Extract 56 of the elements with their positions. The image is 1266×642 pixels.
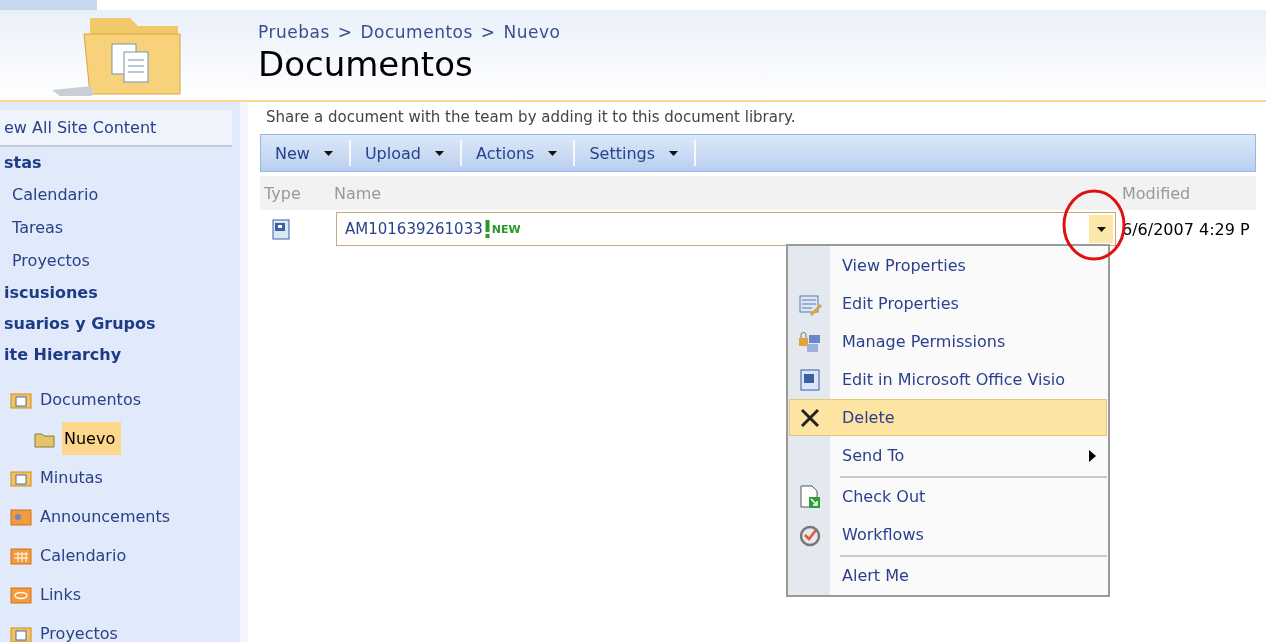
menu-item[interactable]: Workflows bbox=[789, 516, 1107, 553]
breadcrumb-link[interactable]: Nuevo bbox=[503, 22, 561, 42]
new-label: NEW bbox=[491, 222, 521, 236]
announcement-icon bbox=[10, 507, 32, 526]
nav-heading[interactable]: ite Hierarchy bbox=[0, 339, 240, 370]
nav-heading[interactable]: stas bbox=[0, 147, 240, 178]
tree-item[interactable]: Documentos bbox=[38, 383, 147, 416]
tree-item[interactable]: Announcements bbox=[38, 500, 177, 533]
view-all-link[interactable]: ew All Site Content bbox=[0, 110, 232, 147]
menu-item[interactable]: View Properties bbox=[789, 247, 1107, 284]
lock-users-icon bbox=[798, 329, 822, 354]
library-icon bbox=[10, 624, 32, 642]
breadcrumb-separator: > bbox=[337, 22, 353, 42]
tree-item[interactable]: Proyectos bbox=[38, 617, 124, 642]
menu-item[interactable]: Send To bbox=[789, 437, 1107, 474]
document-icon bbox=[798, 367, 822, 392]
exclamation-icon bbox=[484, 220, 490, 238]
calendar-icon bbox=[10, 546, 32, 565]
toolbar-menu-button[interactable]: New bbox=[261, 140, 351, 166]
menu-item[interactable]: Delete bbox=[789, 399, 1107, 436]
nav-heading[interactable]: suarios y Grupos bbox=[0, 308, 240, 339]
menu-item[interactable]: Edit Properties bbox=[789, 285, 1107, 322]
nav-link[interactable]: Proyectos bbox=[0, 244, 240, 277]
library-icon bbox=[10, 468, 32, 487]
breadcrumb-separator: > bbox=[480, 22, 496, 42]
checkout-icon bbox=[798, 484, 822, 509]
tree-item[interactable]: Calendario bbox=[38, 539, 133, 572]
toolbar-menu-button[interactable]: Settings bbox=[575, 140, 697, 166]
breadcrumb-link[interactable]: Pruebas bbox=[258, 22, 330, 42]
menu-item[interactable]: Edit in Microsoft Office Visio bbox=[789, 361, 1107, 398]
modified-cell-text: 6/6/2007 4:29 P bbox=[1121, 219, 1251, 239]
toolbar-menu-button[interactable]: Actions bbox=[461, 140, 576, 166]
caret-icon bbox=[1096, 226, 1106, 232]
document-link[interactable]: AM101639261033 bbox=[345, 220, 483, 238]
nav-link[interactable]: Tareas bbox=[0, 211, 240, 244]
toolbar-menu-button[interactable]: Upload bbox=[350, 140, 462, 166]
nav-heading[interactable]: iscusiones bbox=[0, 277, 240, 308]
nav-link[interactable]: Calendario bbox=[0, 178, 240, 211]
tree-item[interactable]: Links bbox=[38, 578, 88, 611]
library-icon bbox=[10, 390, 32, 409]
menu-item[interactable]: Alert Me bbox=[789, 557, 1107, 594]
caret-icon bbox=[548, 150, 558, 156]
caret-icon bbox=[323, 150, 333, 156]
visio-file-icon bbox=[270, 218, 292, 240]
caret-icon bbox=[669, 150, 679, 156]
tree-item[interactable]: Nuevo bbox=[62, 422, 122, 455]
library-description: Share a document with the team by adding it to this document library. bbox=[266, 108, 797, 126]
submenu-arrow-icon bbox=[1089, 449, 1096, 462]
menu-item[interactable]: Manage Permissions bbox=[789, 323, 1107, 360]
breadcrumb-link[interactable]: Documentos bbox=[360, 22, 473, 42]
links-icon bbox=[10, 585, 32, 604]
page-title: Documentos bbox=[258, 44, 474, 84]
item-menu-button[interactable] bbox=[1089, 215, 1113, 243]
menu-item[interactable]: Check Out bbox=[789, 478, 1107, 515]
tree-item[interactable]: Minutas bbox=[38, 461, 109, 494]
caret-icon bbox=[434, 150, 444, 156]
